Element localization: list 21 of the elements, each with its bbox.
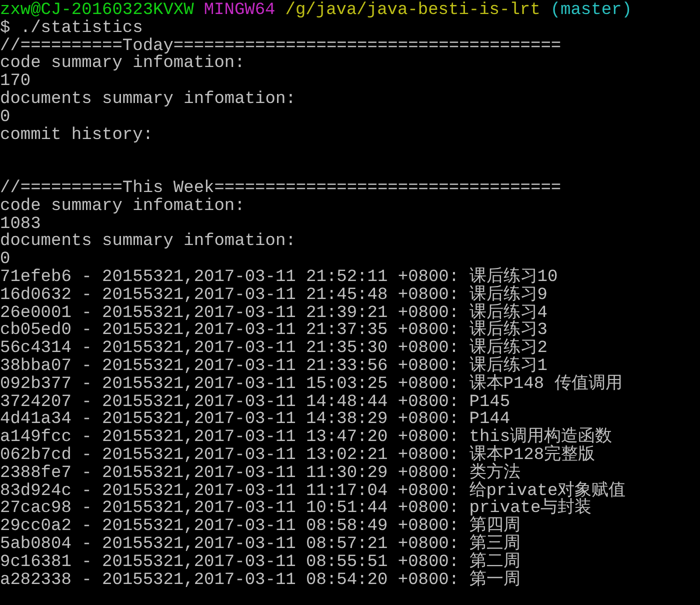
command-line: $ ./statistics [0,18,143,38]
output-line: //==========This Week================================== [0,178,562,198]
output-line: code summary infomation: [0,54,245,74]
output-line: code summary infomation: [0,196,245,216]
output-line: 092b377 - 20155321,2017-03-11 15:03:25 +0800: 课本P148 传值调用 [0,374,622,394]
output-line: 38bba07 - 20155321,2017-03-11 21:33:56 +0800: 课后练习1 [0,356,548,376]
output-line: documents summary infomation: [0,90,296,109]
output-line: documents summary infomation: [0,232,296,252]
prompt-branch: (master) [550,2,632,20]
output-line: 3724207 - 20155321,2017-03-11 14:48:44 +0800: P145 [0,392,510,412]
output-line: 0 [0,250,10,270]
prompt-user-host: zxw@CJ-20160323KVXW [0,2,194,20]
output-line: //==========Today====================================== [0,36,562,56]
prompt-path: /g/java/java-besti-is-lrt [285,2,540,20]
output-line: 170 [0,72,31,92]
prompt-system: MINGW64 [204,2,276,20]
output-line: 4d41a34 - 20155321,2017-03-11 14:38:29 +0800: P144 [0,410,510,430]
output-line: 1083 [0,214,41,234]
output-line: a282338 - 20155321,2017-03-11 08:54:20 +0800: 第一周 [0,570,520,590]
output-line: 0 [0,108,10,127]
output-line: commit history: [0,126,154,145]
